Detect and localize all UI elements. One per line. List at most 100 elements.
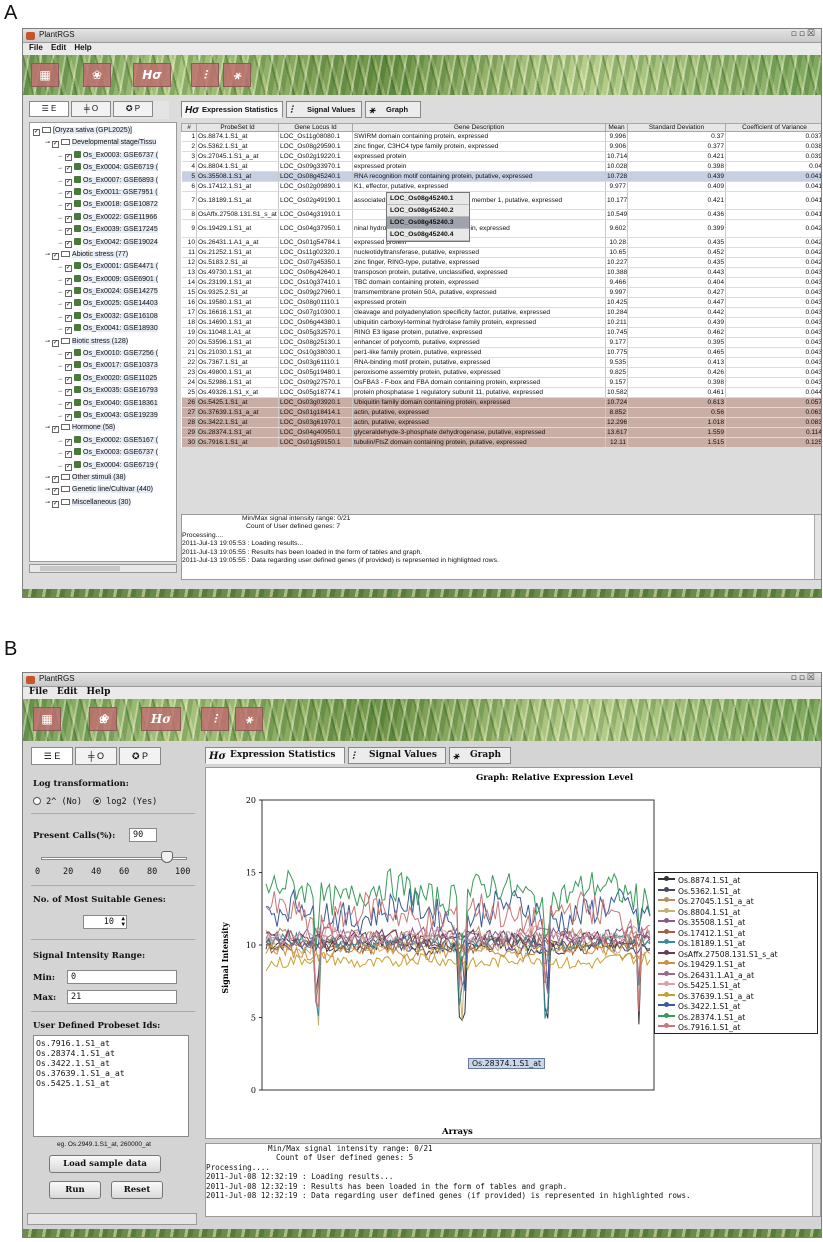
signal-tool-icon[interactable]: ⫶ [201,707,229,731]
plant-tool-icon[interactable]: ❀ [89,707,117,731]
tab-expression-statistics[interactable]: Hσ Expression Statistics [205,747,345,764]
expand-handle-icon[interactable]: ⊸ [45,500,50,506]
table-row[interactable]: 3 Os.27045.1.S1_a_at LOC_Os02g19220.1 expre… [181,151,821,162]
expand-handle-icon[interactable]: → [57,227,63,233]
tree-node-category[interactable]: ⊸ ✓ Genetic line/Cultivar (440) [33,484,176,496]
tree-node-category[interactable]: ⊸ ✓ Miscellaneous (30) [33,497,176,509]
present-calls-slider[interactable] [41,851,187,865]
tree-leaf-experiment[interactable]: → ✓ Os_Ex0025: GSE14403 [33,298,176,310]
max-input[interactable]: 21 [67,990,177,1004]
tab-expression-statistics[interactable]: Hσ Expression Statistics [181,101,283,118]
checkbox-icon[interactable]: ✓ [65,451,72,459]
expand-handle-icon[interactable]: → [57,277,63,283]
popup-item[interactable]: LOC_Os08g45240.2 [387,205,469,217]
expand-handle-icon[interactable]: ⊸ [45,487,50,493]
checkbox-icon[interactable]: ✓ [52,488,60,496]
log-scrollbar[interactable] [814,515,821,579]
table-row[interactable]: 13 Os.49730.1.S1_at LOC_Os06g42640.1 transp… [181,267,821,278]
table-row[interactable]: 23 Os.49800.1.S1_at LOC_Os05g19480.1 peroxi… [181,367,821,378]
min-input[interactable]: 0 [67,970,177,984]
expand-handle-icon[interactable]: → [57,314,63,320]
expand-handle-icon[interactable]: → [57,264,63,270]
radio-no-circle[interactable] [33,797,41,805]
popup-item[interactable]: LOC_Os08g45240.3 [387,217,469,229]
checkbox-icon[interactable]: ✓ [65,302,72,310]
tree-leaf-experiment[interactable]: → ✓ Os_Ex0009: GSE6901 ( [33,274,176,286]
column-header[interactable]: Standard Deviation [627,123,726,132]
checkbox-icon[interactable]: ✓ [65,413,72,421]
table-row[interactable]: 21 Os.21030.1.S1_at LOC_Os10g38030.1 per1-l… [181,347,821,358]
tree-node-category[interactable]: ✓ [Oryza sativa (GPL2025)] [33,125,176,137]
radio-yes[interactable]: log2 (Yes) [93,797,157,807]
table-row[interactable]: 22 Os.7367.1.S1_at LOC_Os03g61110.1 RNA-bin… [181,357,821,368]
menu-file[interactable]: File [29,43,43,52]
column-header[interactable]: # [181,123,197,132]
table-row[interactable]: 7 Os.18189.1.S1_at LOC_Os02g49190.1 associa… [181,191,821,210]
tree-node-category[interactable]: ⊸ ✓ Biotic stress (128) [33,336,176,348]
menu-edit[interactable]: Edit [51,43,66,52]
tab-p[interactable]: ✪ P [113,101,153,117]
table-row[interactable]: 28 Os.3422.1.S1_at LOC_Os03g61970.1 actin, … [181,417,821,428]
expand-handle-icon[interactable]: ⊸ [45,339,50,345]
table-row[interactable]: 10 Os.26431.1.A1_a_at LOC_Os01g54784.1 expr… [181,237,821,248]
expand-handle-icon[interactable]: → [57,289,63,295]
tree-leaf-experiment[interactable]: → ✓ Os_Ex0039: GSE17245 [33,224,176,236]
checkbox-icon[interactable]: ✓ [65,327,72,335]
table-row[interactable]: 11 Os.21252.1.S1_at LOC_Os11g02320.1 nucleo… [181,247,821,258]
tree-hscroll[interactable] [29,564,177,573]
tree-leaf-experiment[interactable]: → ✓ Os_Ex0022: GSE11966 [33,212,176,224]
expand-handle-icon[interactable]: ⊸ [45,140,50,146]
column-header[interactable]: Gene Description [352,123,606,132]
expand-handle-icon[interactable]: → [57,301,63,307]
expand-handle-icon[interactable]: → [57,376,63,382]
tree-leaf-experiment[interactable]: → ✓ Os_Ex0011: GSE7951 ( [33,187,176,199]
expression-tool-icon[interactable]: ▦ [31,63,59,87]
checkbox-icon[interactable]: ✓ [65,352,72,360]
table-row[interactable]: 9 Os.19429.1.S1_at LOC_Os04g37950.1 ninal h… [181,219,821,238]
popup-item[interactable]: LOC_Os08g45240.1 [387,193,469,205]
spinner-arrows-icon[interactable]: ▲ ▼ [121,916,125,928]
tab-signal-values[interactable]: ⫶ Signal Values [286,101,362,118]
expand-handle-icon[interactable]: ⊸ [45,252,50,258]
expression-tool-icon[interactable]: ▦ [33,707,61,731]
tree-leaf-experiment[interactable]: → ✓ Os_Ex0018: GSE10872 [33,199,176,211]
tree-leaf-experiment[interactable]: → ✓ Os_Ex0020: GSE11025 [33,373,176,385]
tab-graph[interactable]: ⚹ Graph [365,101,421,118]
checkbox-icon[interactable]: ✓ [52,426,60,434]
checkbox-icon[interactable]: ✓ [65,364,72,372]
tree-node-category[interactable]: ⊸ ✓ Other stimuli (38) [33,472,176,484]
radio-no[interactable]: 2^ (No) [33,797,82,807]
tab-graph[interactable]: ⚹ Graph [449,747,511,764]
checkbox-icon[interactable]: ✓ [65,228,72,236]
table-row[interactable]: 19 Os.11048.1.A1_at LOC_Os05g32570.1 RING E… [181,327,821,338]
table-row[interactable]: 29 Os.28374.1.S1_at LOC_Os04g40950.1 glycer… [181,427,821,438]
tab-signal-values[interactable]: ⫶ Signal Values [348,747,446,764]
table-row[interactable]: 1 Os.8874.1.S1_at LOC_Os11g08080.1 SWIRM do… [181,131,821,142]
checkbox-icon[interactable]: ✓ [33,129,40,136]
tree-leaf-experiment[interactable]: → ✓ Os_Ex0003: GSE6737 ( [33,150,176,162]
tree-node-category[interactable]: ⊸ ✓ Hormone (58) [33,422,176,434]
experiment-tree[interactable]: ✓ [Oryza sativa (GPL2025)] ⊸ ✓ Developmental… [29,122,177,562]
graph-tool-icon[interactable]: ⚹ [223,63,251,87]
table-row[interactable]: 4 Os.8804.1.S1_at LOC_Os09g33970.1 expresse… [181,161,821,172]
reset-button[interactable]: Reset [111,1181,163,1199]
checkbox-icon[interactable]: ✓ [65,438,72,446]
expand-handle-icon[interactable]: ⊸ [45,475,50,481]
table-row[interactable]: 20 Os.53596.1.S1_at LOC_Os08g25130.1 enhanc… [181,337,821,348]
checkbox-icon[interactable]: ✓ [52,252,60,260]
checkbox-icon[interactable]: ✓ [65,265,72,273]
expand-handle-icon[interactable]: → [57,388,63,394]
menu-edit[interactable]: Edit [57,687,78,697]
tree-leaf-experiment[interactable]: → ✓ Os_Ex0032: GSE16108 [33,311,176,323]
checkbox-icon[interactable]: ✓ [52,475,60,483]
tree-leaf-experiment[interactable]: → ✓ Os_Ex0017: GSE10373 [33,360,176,372]
table-row[interactable]: 6 Os.17412.1.S1_at LOC_Os02g09890.1 K1, eff… [181,181,821,192]
log-scrollbar[interactable] [812,1144,820,1216]
expand-handle-icon[interactable]: → [57,153,63,159]
tree-leaf-experiment[interactable]: → ✓ Os_Ex0041: GSE18930 [33,323,176,335]
window-controls[interactable]: ▫▫☒ [791,673,817,683]
expand-handle-icon[interactable]: → [57,463,63,469]
table-row[interactable]: 12 Os.5183.2.S1_at LOC_Os07g45350.1 zinc fi… [181,257,821,268]
expand-handle-icon[interactable]: → [57,240,63,246]
run-button[interactable]: Run [49,1181,101,1199]
